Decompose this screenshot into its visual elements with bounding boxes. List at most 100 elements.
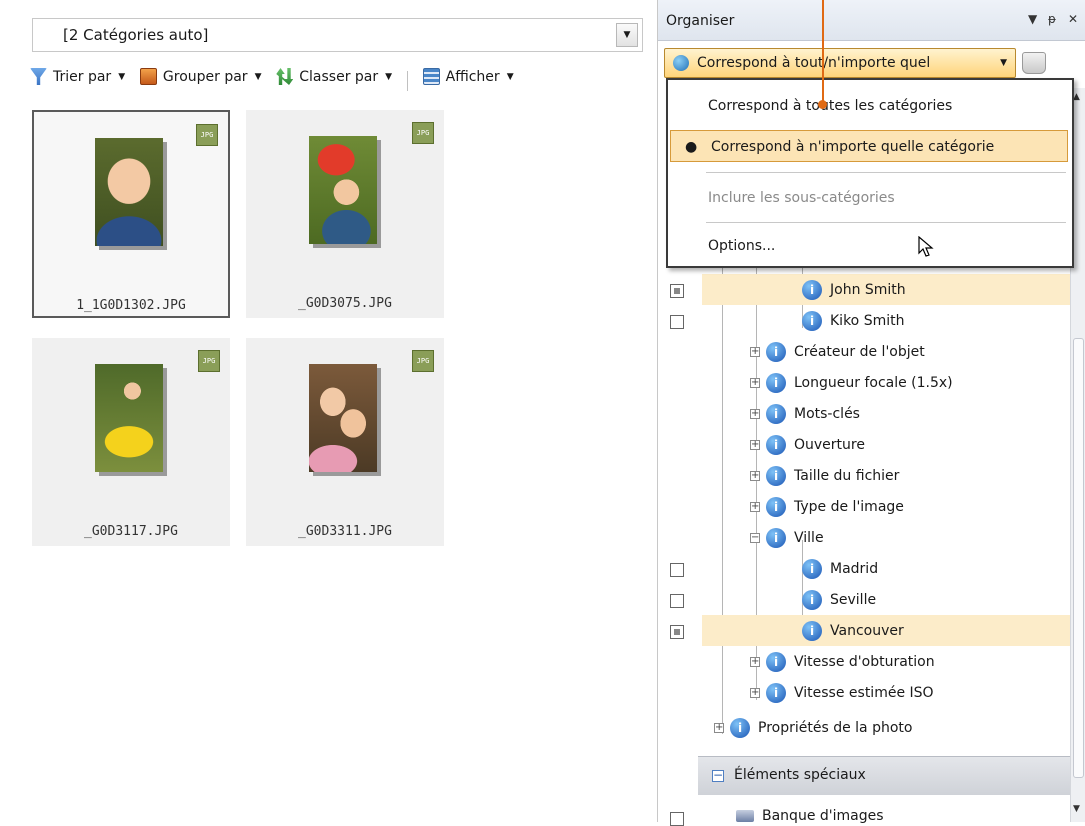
menu-item-options[interactable]: Options... bbox=[668, 230, 1072, 262]
funnel-icon bbox=[30, 68, 47, 85]
tree-item-ville[interactable]: − i Ville bbox=[750, 522, 824, 553]
thumbnail-filename: _G0D3311.JPG bbox=[298, 524, 392, 539]
tree-item-label: Madrid bbox=[830, 560, 879, 577]
scroll-up-icon[interactable]: ▲ bbox=[1073, 92, 1080, 102]
menu-item-include-subcategories[interactable]: Inclure les sous-catégories bbox=[668, 182, 1072, 214]
tree-item-focale[interactable]: + i Longueur focale (1.5x) bbox=[750, 367, 953, 398]
info-icon: i bbox=[766, 682, 786, 703]
checkbox-madrid[interactable] bbox=[670, 563, 684, 577]
info-icon: i bbox=[766, 341, 786, 362]
menu-item-match-all[interactable]: Correspond à toutes les catégories bbox=[668, 90, 1072, 122]
close-icon[interactable]: ✕ bbox=[1068, 12, 1078, 26]
expand-icon[interactable]: + bbox=[750, 346, 760, 357]
chevron-down-icon: ▼ bbox=[506, 71, 514, 82]
tree-item-kiko-smith[interactable]: i Kiko Smith bbox=[802, 305, 904, 336]
info-icon: i bbox=[766, 434, 786, 455]
tree-item-proprietes[interactable]: + i Propriétés de la photo bbox=[714, 712, 912, 743]
expand-icon[interactable]: + bbox=[750, 501, 760, 512]
sort-by-button[interactable]: Trier par ▼ bbox=[30, 68, 125, 85]
photo-thumbnail bbox=[309, 136, 377, 244]
thumbnail-item[interactable]: JPG 1_1G0D1302.JPG bbox=[32, 110, 230, 318]
tree-item-label: Type de l'image bbox=[794, 498, 904, 515]
thumbnail-item[interactable]: JPG _G0D3311.JPG bbox=[246, 338, 444, 546]
info-icon: i bbox=[766, 527, 786, 548]
tree-item-vitesse-iso[interactable]: + i Vitesse estimée ISO bbox=[750, 677, 934, 708]
checkbox-vancouver[interactable] bbox=[670, 625, 684, 639]
tree-item-label: Ville bbox=[794, 529, 824, 546]
browser-toolbar: Trier par ▼ Grouper par ▼ Classer par ▼ … bbox=[30, 68, 655, 98]
pane-menu-icon[interactable]: ▼ bbox=[1028, 12, 1037, 26]
checkbox-seville[interactable] bbox=[670, 594, 684, 608]
tree-item-madrid[interactable]: i Madrid bbox=[802, 553, 878, 584]
thumbnail-item[interactable]: JPG _G0D3117.JPG bbox=[32, 338, 230, 546]
tree-item-label: Taille du fichier bbox=[794, 467, 900, 484]
info-icon: i bbox=[766, 651, 786, 672]
tree-item-label: Créateur de l'objet bbox=[794, 343, 925, 360]
expand-icon[interactable]: + bbox=[750, 408, 760, 419]
info-icon: i bbox=[802, 558, 822, 579]
tree-item-label: Mots-clés bbox=[794, 405, 860, 422]
organiser-pane: Organiser ▼ ᵽ ✕ Correspond à tout/n'impo… bbox=[657, 0, 1085, 826]
match-mode-button[interactable]: Correspond à tout/n'importe quel ▼ bbox=[664, 48, 1016, 78]
menu-item-label: Options... bbox=[708, 238, 776, 254]
menu-item-match-any[interactable]: ● Correspond à n'importe quelle catégori… bbox=[670, 130, 1068, 162]
tree-item-vitesse-obturation[interactable]: + i Vitesse d'obturation bbox=[750, 646, 935, 677]
pin-icon[interactable]: ᵽ bbox=[1048, 12, 1056, 26]
expand-icon[interactable]: + bbox=[714, 722, 724, 733]
menu-item-label: Correspond à toutes les catégories bbox=[708, 98, 953, 114]
expand-icon[interactable]: + bbox=[750, 470, 760, 481]
jpg-format-icon: JPG bbox=[412, 122, 434, 144]
image-bank-icon bbox=[736, 810, 754, 822]
photo-thumbnail bbox=[95, 364, 163, 472]
tree-item-label: Vitesse estimée ISO bbox=[794, 684, 934, 701]
group-by-button[interactable]: Grouper par ▼ bbox=[139, 68, 261, 85]
checkbox-kiko-smith[interactable] bbox=[670, 315, 684, 329]
thumbnail-item[interactable]: JPG _G0D3075.JPG bbox=[246, 110, 444, 318]
expand-icon[interactable]: + bbox=[750, 656, 760, 667]
jpg-format-icon: JPG bbox=[198, 350, 220, 372]
checkbox-john-smith[interactable] bbox=[670, 284, 684, 298]
view-button[interactable]: Afficher ▼ bbox=[422, 68, 514, 85]
scrollbar-thumb[interactable] bbox=[1073, 338, 1084, 778]
tree-item-ouverture[interactable]: + i Ouverture bbox=[750, 429, 865, 460]
expand-icon[interactable]: + bbox=[750, 687, 760, 698]
tree-item-taille[interactable]: + i Taille du fichier bbox=[750, 460, 899, 491]
collapse-icon[interactable]: − bbox=[750, 532, 760, 543]
info-icon: i bbox=[766, 403, 786, 424]
tree-item-seville[interactable]: i Seville bbox=[802, 584, 876, 615]
tree-item-label: Ouverture bbox=[794, 436, 865, 453]
collapse-icon[interactable]: − bbox=[712, 769, 724, 782]
scroll-down-icon[interactable]: ▼ bbox=[1073, 804, 1080, 814]
sort-arrows-icon bbox=[276, 68, 294, 85]
special-items-label: Éléments spéciaux bbox=[734, 767, 866, 783]
expand-icon[interactable]: + bbox=[750, 439, 760, 450]
chevron-down-icon: ▼ bbox=[385, 71, 393, 82]
category-filter-combo[interactable]: [2 Catégories auto] ▼ bbox=[32, 18, 643, 52]
match-mode-label: Correspond à tout/n'importe quel bbox=[697, 55, 931, 71]
photo-thumbnail bbox=[95, 138, 163, 246]
clear-filter-icon[interactable] bbox=[1022, 52, 1046, 74]
chevron-down-icon: ▼ bbox=[1000, 58, 1007, 68]
checkbox-banque[interactable] bbox=[670, 812, 684, 826]
tree-item-type[interactable]: + i Type de l'image bbox=[750, 491, 904, 522]
callout-line bbox=[822, 0, 824, 102]
globe-icon bbox=[673, 55, 689, 71]
organiser-header: Organiser ▼ ᵽ ✕ bbox=[658, 0, 1085, 41]
special-items-header[interactable]: − Éléments spéciaux bbox=[698, 756, 1074, 795]
order-by-button[interactable]: Classer par ▼ bbox=[276, 68, 392, 85]
tree-item-label: Propriétés de la photo bbox=[758, 719, 913, 736]
tree-item-vancouver[interactable]: i Vancouver bbox=[802, 615, 904, 646]
expand-icon[interactable]: + bbox=[750, 377, 760, 388]
match-mode-menu: Correspond à toutes les catégories ● Cor… bbox=[666, 78, 1074, 268]
tree-item-john-smith[interactable]: i John Smith bbox=[802, 274, 906, 305]
info-icon: i bbox=[766, 496, 786, 517]
view-label: Afficher bbox=[445, 68, 500, 85]
chevron-down-icon[interactable]: ▼ bbox=[616, 23, 638, 47]
tree-item-mots-cles[interactable]: + i Mots-clés bbox=[750, 398, 860, 429]
info-icon: i bbox=[730, 717, 750, 738]
sort-by-label: Trier par bbox=[53, 68, 112, 85]
tree-item-createur[interactable]: + i Créateur de l'objet bbox=[750, 336, 925, 367]
menu-item-label: Correspond à n'importe quelle catégorie bbox=[711, 139, 995, 155]
menu-item-label: Inclure les sous-catégories bbox=[708, 190, 895, 206]
tree-item-label: Vancouver bbox=[830, 622, 904, 639]
